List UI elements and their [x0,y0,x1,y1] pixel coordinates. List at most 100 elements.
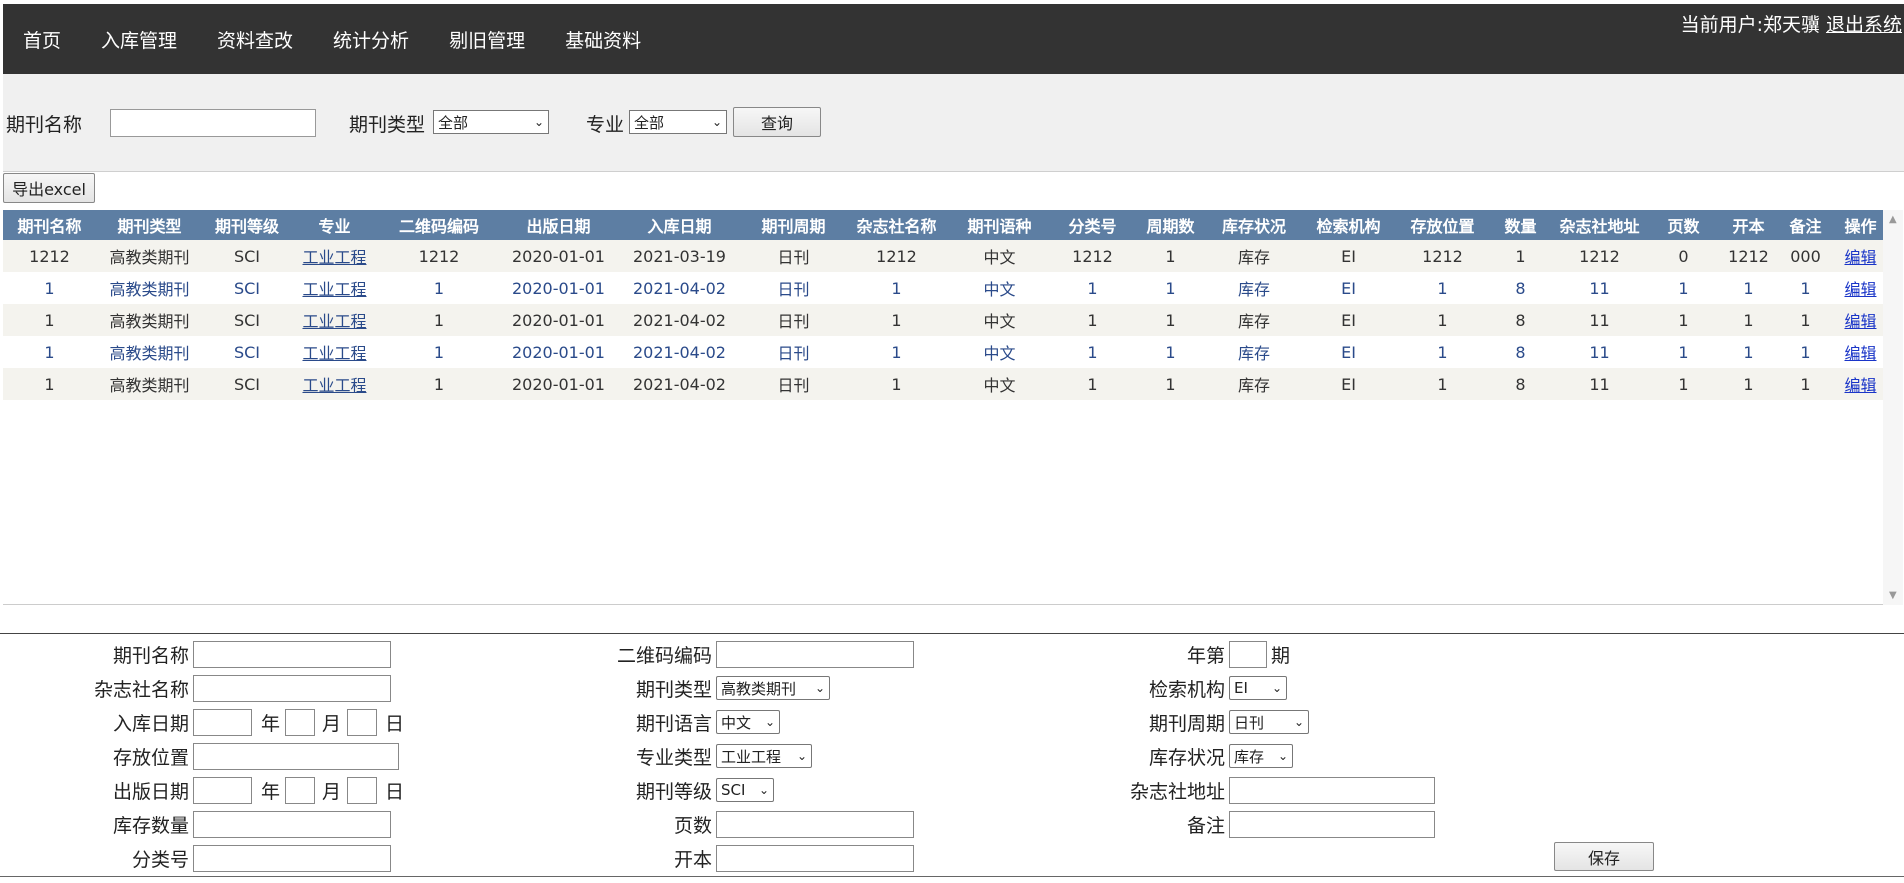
query-button[interactable]: 查询 [733,107,821,137]
logout-link[interactable]: 退出系统 [1826,14,1902,36]
form-in-year-input[interactable] [193,709,252,736]
search-type-select[interactable]: 全部 ⌄ [433,110,549,134]
save-button[interactable]: 保存 [1554,842,1654,871]
form-index-select[interactable]: EI ⌄ [1229,676,1287,700]
edit-link[interactable]: 编辑 [1844,312,1876,331]
form-name-input[interactable] [193,641,391,668]
form-publisher-label: 杂志社名称 [93,679,189,701]
form-lang-select[interactable]: 中文 ⌄ [716,710,780,734]
table-cell: 1 [1647,336,1720,368]
nav-item-statistics[interactable]: 统计分析 [333,26,409,53]
chevron-down-icon: ⌄ [814,681,825,695]
journal-table-container: 期刊名称 期刊类型 期刊等级 专业 二维码编码 出版日期 入库日期 期刊周期 杂… [3,210,1903,605]
major-link[interactable]: 工业工程 [302,376,366,395]
table-cell: 日刊 [742,272,845,304]
form-type-label: 期刊类型 [635,679,712,701]
table-cell: 1 [1489,240,1552,272]
nav-item-warehousing[interactable]: 入库管理 [101,26,177,53]
form-pub-month-input[interactable] [285,777,315,804]
nav-item-basic-data[interactable]: 基础资料 [565,26,641,53]
edit-link[interactable]: 编辑 [1844,376,1876,395]
form-pub-day-input[interactable] [347,777,377,804]
nav-item-data-edit[interactable]: 资料查改 [217,26,293,53]
form-type-select[interactable]: 高教类期刊 ⌄ [716,676,830,700]
form-pages-input[interactable] [716,811,914,838]
form-qr-input[interactable] [716,641,914,668]
major-link[interactable]: 工业工程 [302,248,366,267]
form-location-input[interactable] [193,743,399,770]
form-major-select[interactable]: 工业工程 ⌄ [716,744,812,768]
table-cell: 1 [1396,304,1489,336]
search-name-input[interactable] [110,109,316,137]
form-cycle-label: 期刊周期 [1148,713,1225,735]
table-row[interactable]: 1 高教类期刊 SCI 工业工程 1 2020-01-01 2021-04-02 日刊 1 中文 1… [3,304,1887,336]
day-unit: 日 [385,713,405,735]
form-stock-qty-input[interactable] [193,811,391,838]
table-cell: 中文 [948,336,1051,368]
table-cell: 1 [1396,368,1489,400]
table-row[interactable]: 1 高教类期刊 SCI 工业工程 1 2020-01-01 2021-04-02 日刊 1 中文 1… [3,272,1887,304]
edit-link[interactable]: 编辑 [1844,280,1876,299]
table-cell: 工业工程 [291,304,378,336]
table-row[interactable]: 1 高教类期刊 SCI 工业工程 1 2020-01-01 2021-04-02 日刊 1 中文 1… [3,368,1887,400]
form-in-day-input[interactable] [347,709,377,736]
form-format-input[interactable] [716,845,914,872]
form-remark-label: 备注 [1186,815,1225,837]
major-link[interactable]: 工业工程 [302,312,366,331]
table-cell: 1 [845,336,948,368]
form-index-value: EI [1234,679,1248,697]
col-header: 周期数 [1134,210,1207,240]
table-cell: EI [1301,304,1396,336]
table-cell: 1 [1134,272,1207,304]
table-cell: 中文 [948,304,1051,336]
table-cell: 库存 [1207,272,1301,304]
form-class-no-input[interactable] [193,845,391,872]
nav-item-home[interactable]: 首页 [23,26,61,53]
scroll-up-icon[interactable]: ▲ [1889,214,1897,225]
form-cycle-select[interactable]: 日刊 ⌄ [1229,710,1309,734]
table-cell: 1212 [1051,240,1134,272]
table-cell: 1 [1134,368,1207,400]
table-cell: 高教类期刊 [96,272,203,304]
search-bar: 期刊名称 期刊类型 全部 ⌄ 专业 全部 ⌄ 查询 [3,74,1904,172]
form-publisher-input[interactable] [193,675,391,702]
form-grade-select[interactable]: SCI ⌄ [716,778,774,802]
col-header: 期刊等级 [203,210,291,240]
table-scrollbar[interactable]: ▲ ▼ [1883,210,1903,605]
table-cell: 1 [1134,304,1207,336]
major-link[interactable]: 工业工程 [302,280,366,299]
table-row[interactable]: 1 高教类期刊 SCI 工业工程 1 2020-01-01 2021-04-02 日刊 1 中文 1… [3,336,1887,368]
table-cell: EI [1301,368,1396,400]
scroll-down-icon[interactable]: ▼ [1889,590,1897,601]
chevron-down-icon: ⌄ [533,115,544,129]
table-cell: 1 [845,272,948,304]
table-cell: 编辑 [1834,304,1887,336]
form-in-month-input[interactable] [285,709,315,736]
form-remark-input[interactable] [1229,811,1435,838]
table-cell: 编辑 [1834,240,1887,272]
search-major-value: 全部 [634,113,665,132]
table-cell: 2021-04-02 [617,272,742,304]
form-address-input[interactable] [1229,777,1435,804]
current-user-label: 当前用户:郑天骥 [1680,14,1820,36]
col-header: 期刊周期 [742,210,845,240]
major-link[interactable]: 工业工程 [302,344,366,363]
form-type-value: 高教类期刊 [721,679,797,698]
form-issue-input[interactable] [1229,641,1267,668]
table-cell: 1212 [845,240,948,272]
edit-link[interactable]: 编辑 [1844,248,1876,267]
search-major-select[interactable]: 全部 ⌄ [629,110,727,134]
table-cell: 工业工程 [291,336,378,368]
form-stock-status-label: 库存状况 [1148,747,1225,769]
edit-link[interactable]: 编辑 [1844,344,1876,363]
table-cell: 1212 [1396,240,1489,272]
form-pub-year-input[interactable] [193,777,252,804]
nav-item-discard[interactable]: 剔旧管理 [449,26,525,53]
form-stock-status-select[interactable]: 库存 ⌄ [1229,744,1293,768]
search-type-label: 期刊类型 [349,114,426,136]
table-cell: SCI [203,272,291,304]
table-row[interactable]: 1212 高教类期刊 SCI 工业工程 1212 2020-01-01 2021-03-19… [3,240,1887,272]
search-major-label: 专业 [586,114,625,136]
export-excel-button[interactable]: 导出excel [3,173,95,203]
chevron-down-icon: ⌄ [1277,749,1288,763]
